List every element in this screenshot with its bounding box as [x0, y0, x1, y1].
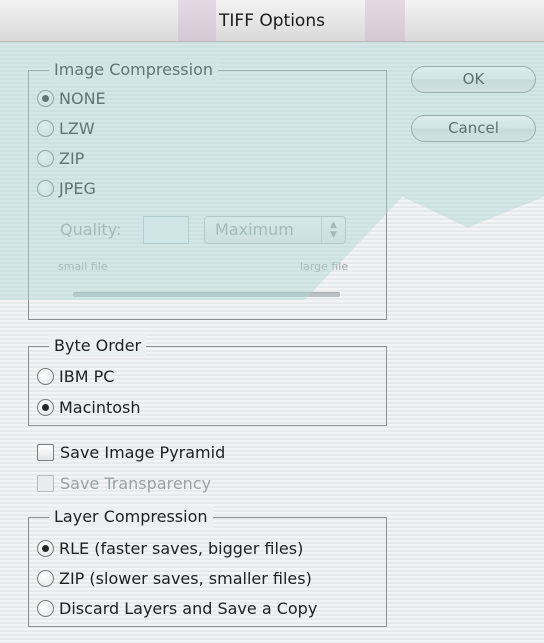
ok-button[interactable]: OK: [411, 66, 536, 93]
save-transparency-checkbox[interactable]: Save Transparency: [37, 472, 211, 494]
radio-unselected-icon: [37, 149, 54, 167]
radio-unselected-icon: [37, 119, 54, 137]
layer-rle-label: RLE (faster saves, bigger files): [59, 538, 304, 558]
compression-zip-label: ZIP: [59, 148, 85, 168]
radio-unselected-icon: [37, 367, 54, 385]
layer-zip-label: ZIP (slower saves, smaller files): [59, 568, 312, 588]
quality-slider[interactable]: [73, 292, 340, 297]
image-compression-title: Image Compression: [49, 59, 219, 81]
cancel-button[interactable]: Cancel: [411, 115, 536, 142]
quality-select[interactable]: Maximum ▲ ▼: [204, 216, 346, 244]
small-file-label: small file: [58, 260, 108, 273]
window-title: TIFF Options: [219, 11, 325, 31]
quality-label: Quality:: [60, 220, 122, 239]
layer-discard-radio[interactable]: Discard Layers and Save a Copy: [37, 597, 317, 619]
radio-selected-icon: [37, 539, 54, 557]
compression-lzw-radio[interactable]: LZW: [37, 117, 95, 139]
compression-lzw-label: LZW: [59, 118, 95, 138]
save-image-pyramid-label: Save Image Pyramid: [60, 442, 226, 462]
compression-zip-radio[interactable]: ZIP: [37, 147, 84, 169]
checkbox-unchecked-icon: [37, 443, 54, 461]
byte-order-macintosh-label: Macintosh: [59, 397, 141, 417]
save-transparency-label: Save Transparency: [60, 473, 212, 493]
quality-select-value: Maximum: [215, 220, 294, 239]
byte-order-ibm-pc-label: IBM PC: [59, 366, 115, 386]
radio-unselected-icon: [37, 179, 54, 197]
radio-selected-icon: [37, 89, 54, 107]
radio-unselected-icon: [37, 569, 54, 587]
byte-order-ibm-pc-radio[interactable]: IBM PC: [37, 365, 114, 387]
layer-discard-label: Discard Layers and Save a Copy: [59, 598, 318, 618]
radio-unselected-icon: [37, 599, 54, 617]
save-image-pyramid-checkbox[interactable]: Save Image Pyramid: [37, 441, 225, 463]
layer-compression-title: Layer Compression: [49, 506, 213, 528]
compression-jpeg-radio[interactable]: JPEG: [37, 177, 96, 199]
compression-none-radio[interactable]: NONE: [37, 87, 106, 109]
compression-none-label: NONE: [59, 88, 106, 108]
quality-input[interactable]: [143, 216, 189, 244]
byte-order-macintosh-radio[interactable]: Macintosh: [37, 396, 141, 418]
checkbox-unchecked-icon: [37, 474, 54, 492]
window-title-bar: TIFF Options: [0, 0, 544, 42]
up-down-arrows-icon: ▲ ▼: [321, 217, 345, 243]
byte-order-title: Byte Order: [49, 335, 147, 357]
compression-jpeg-label: JPEG: [59, 178, 96, 198]
layer-rle-radio[interactable]: RLE (faster saves, bigger files): [37, 537, 303, 559]
layer-zip-radio[interactable]: ZIP (slower saves, smaller files): [37, 567, 312, 589]
large-file-label: large file: [300, 260, 349, 273]
radio-selected-icon: [37, 398, 54, 416]
